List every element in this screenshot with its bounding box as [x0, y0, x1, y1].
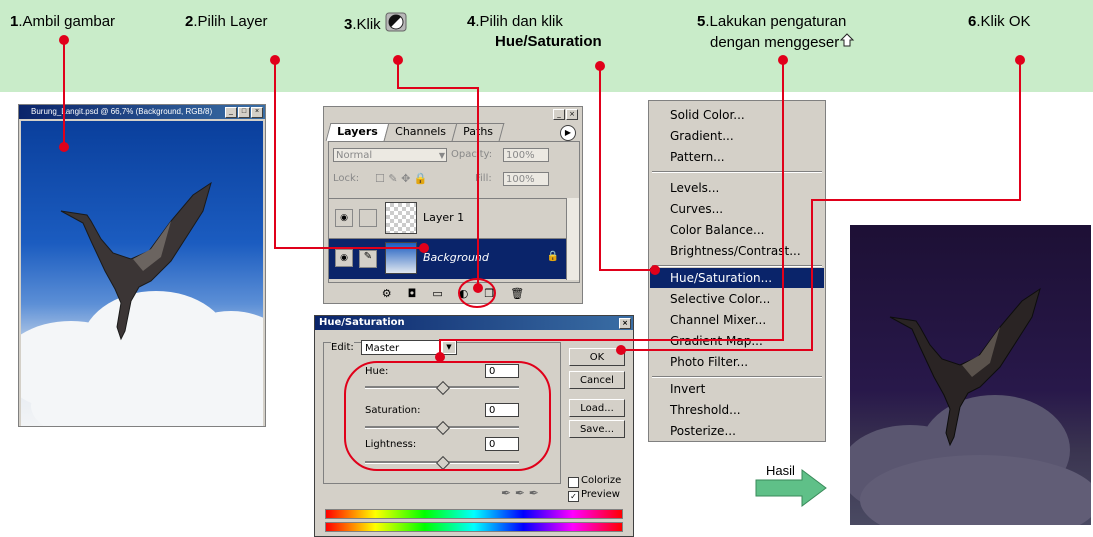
result-arrow-icon: [755, 469, 827, 507]
annotation-overlay: [59, 35, 1025, 507]
annotation-dots: [59, 35, 1025, 362]
annotation-lines: [63, 40, 1021, 357]
sliders-highlight: [344, 361, 551, 471]
